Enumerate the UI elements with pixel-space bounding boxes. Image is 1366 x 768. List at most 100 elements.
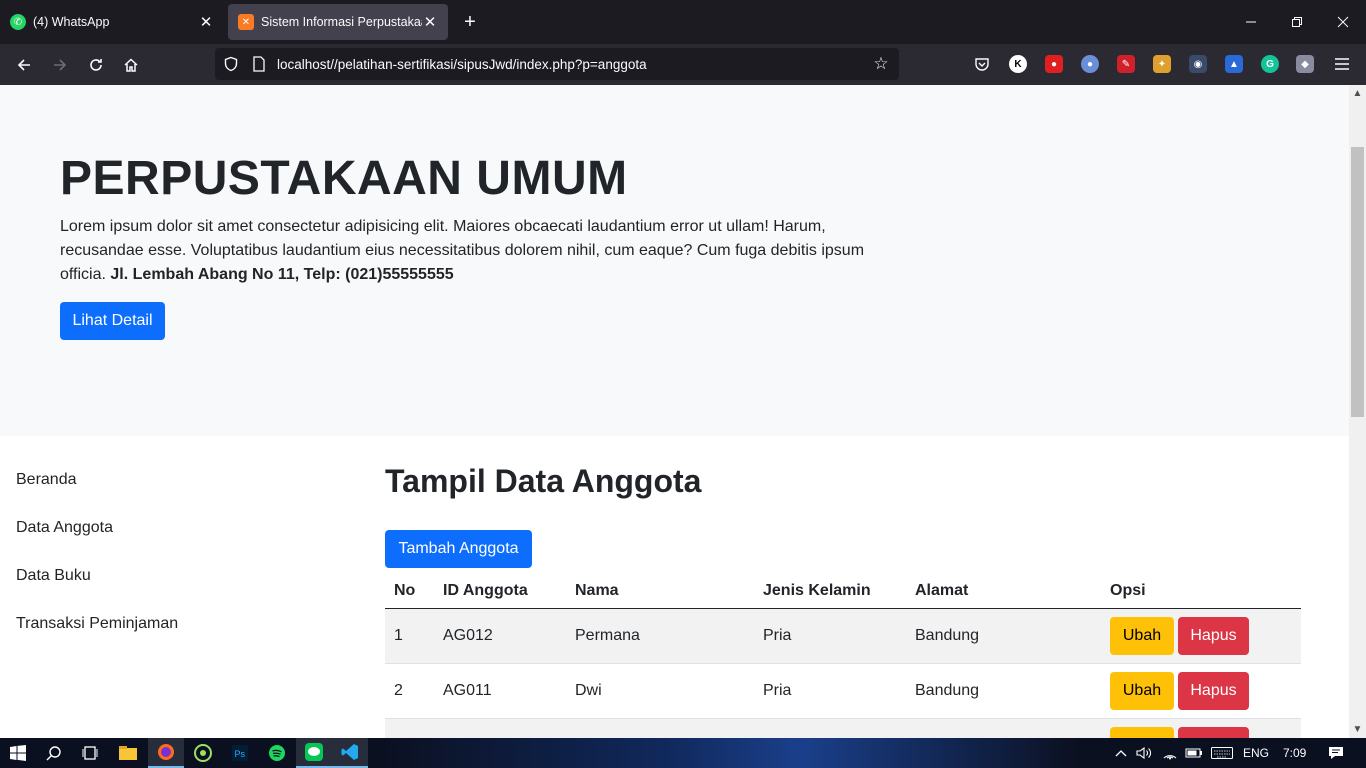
browser-tab-bar: ✆ (4) WhatsApp ✕ ✕ Sistem Informasi Perp… [0,0,1366,44]
cell-opsi: Ubah Hapus [1101,718,1301,738]
graduation-extension-icon[interactable]: ▲ [1225,55,1243,73]
profile-extension-icon[interactable]: ● [1081,55,1099,73]
address-bar[interactable]: localhost//pelatihan-sertifikasi/sipusJw… [215,48,899,80]
owl-extension-icon[interactable]: ◉ [1189,55,1207,73]
tab-perpustakaan[interactable]: ✕ Sistem Informasi Perpustakaan ✕ [228,4,448,40]
lihat-detail-button[interactable]: Lihat Detail [60,302,165,340]
new-tab-button[interactable]: + [458,10,482,34]
page-title: PERPUSTAKAAN UMUM [60,152,628,205]
cell-alamat: Bandung [906,663,1101,719]
scrollbar-thumb[interactable] [1351,147,1364,417]
spotify-icon[interactable] [259,738,295,768]
windows-start-icon[interactable] [0,738,36,768]
scroll-up-icon[interactable]: ▲ [1349,85,1366,102]
vscode-icon[interactable] [332,738,368,768]
minimize-button[interactable] [1228,0,1274,44]
firefox-icon[interactable] [148,738,184,768]
bookmark-star-icon[interactable]: ☆ [871,54,891,74]
reload-icon [90,59,102,71]
close-tab-icon[interactable]: ✕ [422,13,438,31]
ubah-button[interactable]: Ubah [1110,616,1174,655]
home-button[interactable] [118,52,144,78]
svg-text:Ps: Ps [235,749,246,759]
cell-id: AG010 [434,718,566,738]
notification-icon[interactable] [1318,738,1354,768]
battery-icon[interactable] [1184,738,1204,768]
page-icon [251,56,267,72]
file-explorer-icon[interactable] [110,738,146,768]
restore-button[interactable] [1274,0,1320,44]
windows-taskbar: Ps ENG 7:09 [0,738,1366,768]
column-header-alamat: Alamat [906,574,1101,609]
tab-title: Sistem Informasi Perpustakaan [261,15,422,29]
hero-description: Lorem ipsum dolor sit amet consectetur a… [60,215,870,287]
reload-button[interactable] [83,52,109,78]
close-tab-icon[interactable]: ✕ [198,13,214,31]
cell-opsi: UbahHapus [1101,663,1301,719]
whatsapp-icon: ✆ [10,14,26,30]
cell-jenis-kelamin: Pria [754,608,906,664]
hapus-button[interactable]: Hapus [1178,671,1249,710]
input-language[interactable]: ENG [1243,738,1269,768]
column-header-no: No [385,574,434,609]
lock-extension-icon[interactable]: ● [1045,55,1063,73]
close-window-button[interactable] [1320,0,1366,44]
pocket-icon[interactable] [973,55,991,73]
cell-alamat: Blitar [906,718,1101,738]
clock[interactable]: 7:09 [1283,738,1306,768]
sidebar-item-data-buku[interactable]: Data Buku [16,566,178,614]
extension-k-icon[interactable]: K [1009,55,1027,73]
cell-nama: Dwi [566,663,754,719]
close-icon [1337,16,1349,28]
table-row: 2 AG011 Dwi Pria Bandung Ubah Hapus [385,663,1301,719]
grammarly-icon[interactable]: G [1261,55,1279,73]
restore-icon [1292,17,1302,27]
cell-jenis-kelamin: Laki-laki [754,718,906,738]
xampp-icon: ✕ [238,14,254,30]
browser-nav-bar: localhost//pelatihan-sertifikasi/sipusJw… [0,44,1366,85]
page-scrollbar[interactable]: ▲ ▼ [1349,85,1366,738]
search-icon[interactable] [36,738,72,768]
cell-nama: Permana [566,608,754,664]
sidebar-item-data-anggota[interactable]: Data Anggota [16,518,178,566]
back-arrow-icon [17,59,30,71]
cleaner-extension-icon[interactable]: ✦ [1153,55,1171,73]
task-view-icon[interactable] [72,738,108,768]
shield-extension-icon[interactable]: ◆ [1296,55,1314,73]
sidebar-item-beranda[interactable]: Beranda [16,470,178,518]
url-text[interactable]: localhost//pelatihan-sertifikasi/sipusJw… [277,57,871,72]
table-row: 3 AG010 Krisna Laki-laki Blitar Ubah Hapu… [385,718,1301,738]
column-header-nama: Nama [566,574,754,609]
pen-extension-icon[interactable]: ✎ [1117,55,1135,73]
jumbotron: PERPUSTAKAAN UMUM Lorem ipsum dolor sit … [0,85,1349,436]
sidebar-item-transaksi-peminjaman[interactable]: Transaksi Peminjaman [16,614,178,662]
cell-opsi: UbahHapus [1101,608,1301,664]
scroll-down-icon[interactable]: ▼ [1349,721,1366,738]
ubah-button[interactable]: Ubah [1110,726,1174,738]
cell-no: 1 [385,608,434,664]
forward-button[interactable] [47,52,73,78]
tambah-anggota-button[interactable]: Tambah Anggota [385,530,532,568]
keyboard-icon[interactable] [1208,738,1236,768]
wifi-icon[interactable] [1160,738,1180,768]
back-button[interactable] [11,52,37,78]
app-green-icon[interactable] [185,738,221,768]
tab-whatsapp[interactable]: ✆ (4) WhatsApp ✕ [0,4,224,40]
hapus-button[interactable]: Hapus [1178,726,1249,738]
tab-title: (4) WhatsApp [33,15,110,29]
shield-icon[interactable] [223,56,239,72]
cell-id: AG012 [434,608,566,664]
line-app-icon[interactable] [296,738,332,768]
hapus-button[interactable]: Hapus [1178,616,1249,655]
sidebar-nav: Beranda Data Anggota Data Buku Transaksi… [16,470,178,662]
hero-address: Jl. Lembah Abang No 11, Telp: (021)55555… [110,266,454,283]
cell-id: AG011 [434,663,566,719]
volume-icon[interactable] [1134,738,1154,768]
home-icon [124,58,138,72]
menu-icon[interactable] [1333,55,1351,73]
column-header-jenis-kelamin: Jenis Kelamin [754,574,906,609]
photoshop-icon[interactable]: Ps [222,738,258,768]
column-header-opsi: Opsi [1101,574,1301,609]
show-hidden-icons[interactable] [1112,738,1130,768]
ubah-button[interactable]: Ubah [1110,671,1174,710]
